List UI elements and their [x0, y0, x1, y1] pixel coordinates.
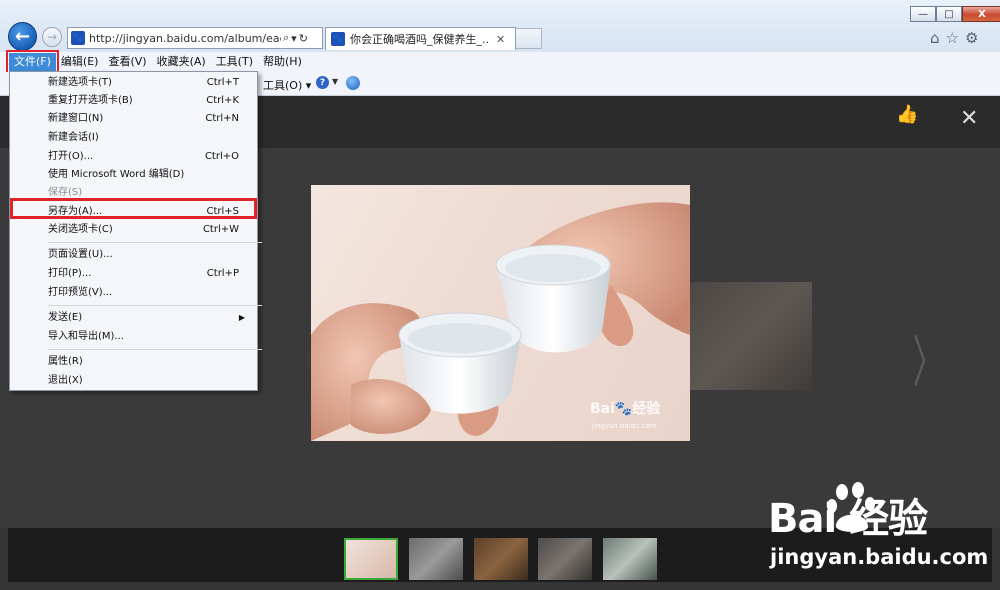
menu-view[interactable]: 查看(V) [103, 53, 151, 71]
submenu-arrow-icon: ▶ [238, 313, 245, 322]
menu-item-print[interactable]: 打印(P)... Ctrl+P [48, 265, 253, 282]
menu-item-label: 打印(P)... [48, 268, 92, 279]
tab-active[interactable]: 🐾 你会正确喝酒吗_保健养生_... ✕ [325, 27, 516, 50]
menu-item-label: 新建选项卡(T) [48, 77, 112, 88]
menu-item-label: 页面设置(U)... [48, 249, 113, 260]
save-as-highlight-box [10, 198, 257, 219]
menu-bar: 文件(F) 编辑(E) 查看(V) 收藏夹(A) 工具(T) 帮助(H) [0, 50, 1000, 74]
menu-item-print-preview[interactable]: 打印预览(V)... [48, 284, 253, 301]
new-tab-button[interactable] [516, 28, 542, 49]
thumbnail-5[interactable] [603, 538, 657, 580]
menu-item-shortcut: Ctrl+T [206, 77, 239, 88]
menu-item-close-tab[interactable]: 关闭选项卡(C) Ctrl+W [48, 221, 253, 238]
help-dropdown-icon[interactable]: ▼ [332, 77, 338, 86]
menu-tools[interactable]: 工具(T) [211, 53, 258, 71]
baidu-favicon-icon: 🐾 [331, 32, 345, 46]
menu-file[interactable]: 文件(F) [6, 50, 59, 74]
menu-item-label: 新建窗口(N) [48, 113, 104, 124]
viewer-close-icon[interactable]: ✕ [960, 106, 978, 131]
thumbnail-4[interactable] [538, 538, 592, 580]
thumbnail-2[interactable] [409, 538, 463, 580]
menu-item-shortcut: Ctrl+O [204, 151, 239, 162]
menu-separator [48, 305, 262, 306]
watermark-big-url: jingyan.baidu.com [770, 545, 989, 569]
maximize-button[interactable]: □ [936, 6, 962, 22]
menu-item-new-session[interactable]: 新建会话(I) [48, 129, 253, 146]
close-window-button[interactable]: X [962, 6, 1000, 22]
thumbs-up-icon[interactable]: 👍 [896, 104, 918, 126]
menu-item-label: 属性(R) [48, 356, 83, 367]
menu-item-edit-with-word[interactable]: 使用 Microsoft Word 编辑(D) [48, 166, 253, 183]
thumbnail-3[interactable] [474, 538, 528, 580]
watermark-small-url: jingyan.baidu.com [592, 422, 657, 430]
menu-item-label: 发送(E) [48, 312, 83, 323]
menu-item-shortcut: Ctrl+W [202, 224, 239, 235]
menu-item-import-export[interactable]: 导入和导出(M)... [48, 328, 253, 345]
menu-item-label: 打印预览(V)... [48, 287, 113, 298]
menu-item-properties[interactable]: 属性(R) [48, 353, 253, 370]
help-icon[interactable]: ? [316, 76, 329, 89]
menu-item-send[interactable]: 发送(E) ▶ [48, 309, 253, 326]
menu-item-duplicate-tab[interactable]: 重复打开选项卡(B) Ctrl+K [48, 92, 253, 109]
menu-item-label: 新建会话(I) [48, 132, 99, 143]
menu-item-label: 退出(X) [48, 375, 83, 386]
tab-title: 你会正确喝酒吗_保健养生_... [350, 33, 490, 46]
tab-close-icon[interactable]: ✕ [496, 33, 505, 46]
menu-item-label: 关闭选项卡(C) [48, 224, 113, 235]
baidu-paw-logo-icon [827, 482, 875, 532]
thumbnail-1[interactable] [344, 538, 398, 580]
refresh-icon[interactable]: ↻ [299, 32, 308, 45]
menu-favorites[interactable]: 收藏夹(A) [152, 53, 211, 71]
menu-separator [48, 349, 262, 350]
menu-help[interactable]: 帮助(H) [258, 53, 307, 71]
command-tools-button[interactable]: 工具(O) ▾ [263, 77, 311, 93]
browser-toolbar-icons: ⌂ ☆ ⚙ [930, 29, 978, 47]
menu-item-shortcut: Ctrl+K [206, 95, 239, 106]
menu-item-new-window[interactable]: 新建窗口(N) Ctrl+N [48, 110, 253, 127]
next-image-preview[interactable] [690, 282, 812, 390]
menu-item-shortcut: Ctrl+N [205, 113, 239, 124]
menu-item-new-tab[interactable]: 新建选项卡(T) Ctrl+T [48, 74, 253, 91]
window-controls: — □ X [910, 6, 1000, 24]
next-arrow-icon[interactable]: 〉 [913, 318, 944, 399]
dropdown-arrow-icon[interactable]: ▾ [291, 32, 297, 45]
minimize-button[interactable]: — [910, 6, 936, 22]
address-text[interactable]: http://jingyan.baidu.com/album/eae07 [89, 32, 281, 45]
menu-separator [48, 242, 262, 243]
menu-item-page-setup[interactable]: 页面设置(U)... [48, 246, 253, 263]
menu-item-exit[interactable]: 退出(X) [48, 372, 253, 389]
command-tools-label: 工具(O) [263, 79, 303, 92]
file-menu-dropdown: 新建选项卡(T) Ctrl+T 重复打开选项卡(B) Ctrl+K 新建窗口(N) C… [9, 71, 262, 391]
menu-item-label: 使用 Microsoft Word 编辑(D) [48, 169, 185, 180]
forward-button[interactable]: → [42, 27, 62, 47]
baidu-favicon-icon: 🐾 [71, 31, 85, 45]
gear-icon[interactable]: ⚙ [965, 29, 978, 47]
arrow-right-icon: → [46, 30, 58, 44]
menu-edit[interactable]: 编辑(E) [56, 53, 104, 71]
back-button[interactable]: ← [8, 22, 37, 51]
menu-item-shortcut: Ctrl+P [206, 268, 239, 279]
arrow-left-icon: ← [14, 26, 31, 47]
search-icon[interactable]: ⌕ [283, 31, 289, 45]
menu-item-label: 导入和导出(M)... [48, 331, 124, 342]
menu-item-label: 重复打开选项卡(B) [48, 95, 133, 106]
menu-item-label: 打开(O)... [48, 151, 94, 162]
menu-item-open[interactable]: 打开(O)... Ctrl+O [48, 148, 253, 165]
watermark-small: Bai🐾经验 [590, 401, 661, 417]
home-icon[interactable]: ⌂ [930, 29, 940, 47]
globe-icon[interactable] [346, 76, 360, 90]
address-bar[interactable]: 🐾 http://jingyan.baidu.com/album/eae07 ⌕… [67, 27, 323, 49]
favorites-star-icon[interactable]: ☆ [946, 29, 959, 47]
